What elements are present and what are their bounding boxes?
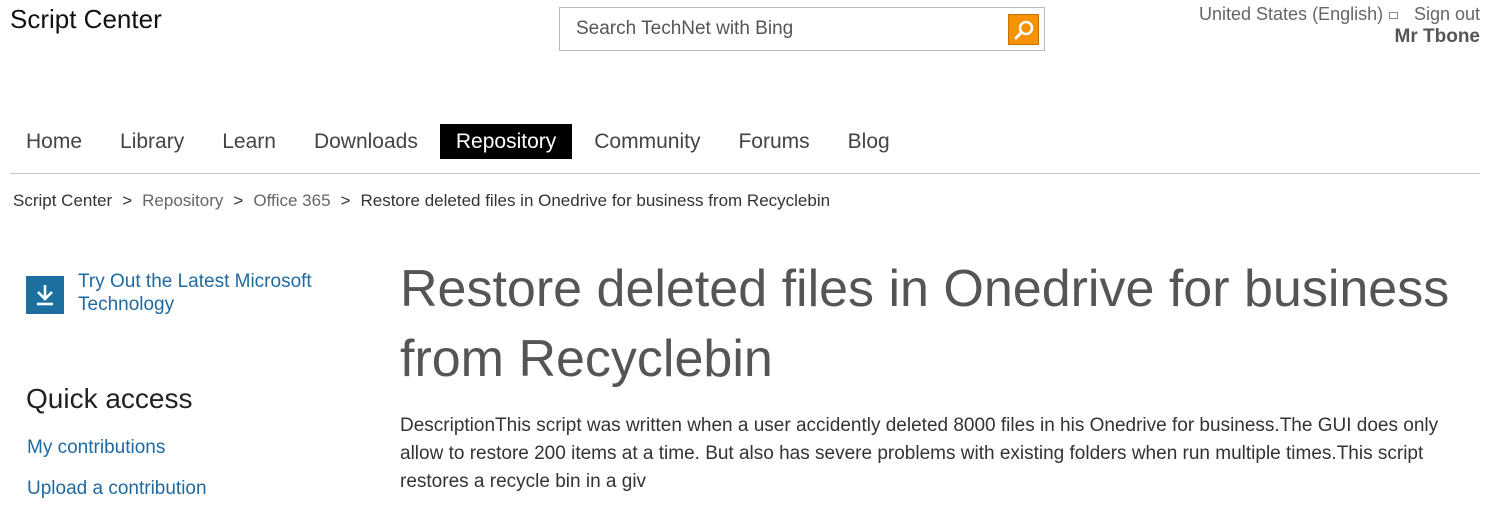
search-input[interactable] bbox=[560, 8, 1000, 50]
quick-access-heading: Quick access bbox=[26, 383, 193, 414]
my-contributions-link[interactable]: My contributions bbox=[27, 437, 165, 459]
main-nav: Home Library Learn Downloads Repository … bbox=[10, 124, 1480, 174]
breadcrumb: Script Center > Repository > Office 365 … bbox=[13, 191, 830, 211]
upload-contribution-link[interactable]: Upload a contribution bbox=[27, 478, 207, 500]
breadcrumb-current: Restore deleted files in Onedrive for bu… bbox=[360, 191, 831, 210]
breadcrumb-office-365[interactable]: Office 365 bbox=[253, 191, 330, 211]
breadcrumb-separator: > bbox=[340, 191, 351, 210]
breadcrumb-script-center[interactable]: Script Center bbox=[13, 191, 112, 211]
breadcrumb-repository[interactable]: Repository bbox=[142, 191, 223, 211]
nav-community[interactable]: Community bbox=[578, 124, 716, 159]
sign-out-link[interactable]: Sign out bbox=[1414, 4, 1480, 25]
nav-forums[interactable]: Forums bbox=[722, 124, 825, 159]
locale-selector[interactable]: United States (English) bbox=[1199, 4, 1399, 25]
nav-home[interactable]: Home bbox=[10, 124, 98, 159]
promo-block: Try Out the Latest Microsoft Technology bbox=[26, 270, 338, 316]
nav-repository[interactable]: Repository bbox=[439, 124, 573, 159]
nav-library[interactable]: Library bbox=[104, 124, 200, 159]
locale-dropdown-icon bbox=[1389, 11, 1399, 19]
description-text: DescriptionThis script was written when … bbox=[400, 415, 1439, 492]
download-icon[interactable] bbox=[26, 276, 64, 314]
nav-learn[interactable]: Learn bbox=[206, 124, 292, 159]
site-title[interactable]: Script Center bbox=[10, 4, 162, 35]
breadcrumb-separator: > bbox=[122, 191, 133, 210]
nav-blog[interactable]: Blog bbox=[832, 124, 906, 159]
promo-link[interactable]: Try Out the Latest Microsoft Technology bbox=[78, 270, 338, 316]
search-icon bbox=[1014, 20, 1033, 39]
user-name: Mr Tbone bbox=[1394, 26, 1481, 47]
search-box bbox=[559, 7, 1045, 51]
nav-downloads[interactable]: Downloads bbox=[298, 124, 434, 159]
search-button[interactable] bbox=[1008, 14, 1039, 45]
locale-label: United States (English) bbox=[1199, 4, 1384, 24]
page-title: Restore deleted files in Onedrive for bu… bbox=[400, 260, 1450, 388]
breadcrumb-separator: > bbox=[233, 191, 244, 210]
